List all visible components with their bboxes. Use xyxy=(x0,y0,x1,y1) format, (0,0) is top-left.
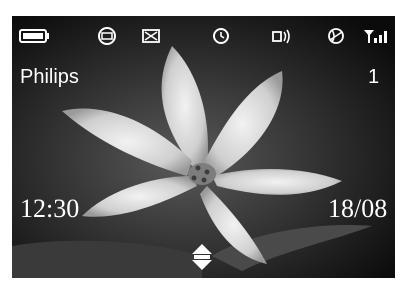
network-globe-icon xyxy=(328,28,344,44)
operator-name: Philips xyxy=(20,66,79,88)
signal-strength-icon xyxy=(364,30,387,43)
phone-idle-screen: Philips 1 12:30 18/08 xyxy=(12,16,395,278)
line-number: 1 xyxy=(368,66,380,88)
clock-time: 12:30 xyxy=(20,194,80,223)
message-icon xyxy=(98,27,116,45)
battery-icon xyxy=(19,29,49,43)
alarm-clock-icon xyxy=(213,28,229,44)
status-bar xyxy=(12,16,395,56)
missed-call-icon xyxy=(142,29,160,43)
date-display: 18/08 xyxy=(328,194,388,223)
up-down-navigation-icon[interactable] xyxy=(184,242,220,272)
ringer-volume-icon xyxy=(272,29,290,44)
